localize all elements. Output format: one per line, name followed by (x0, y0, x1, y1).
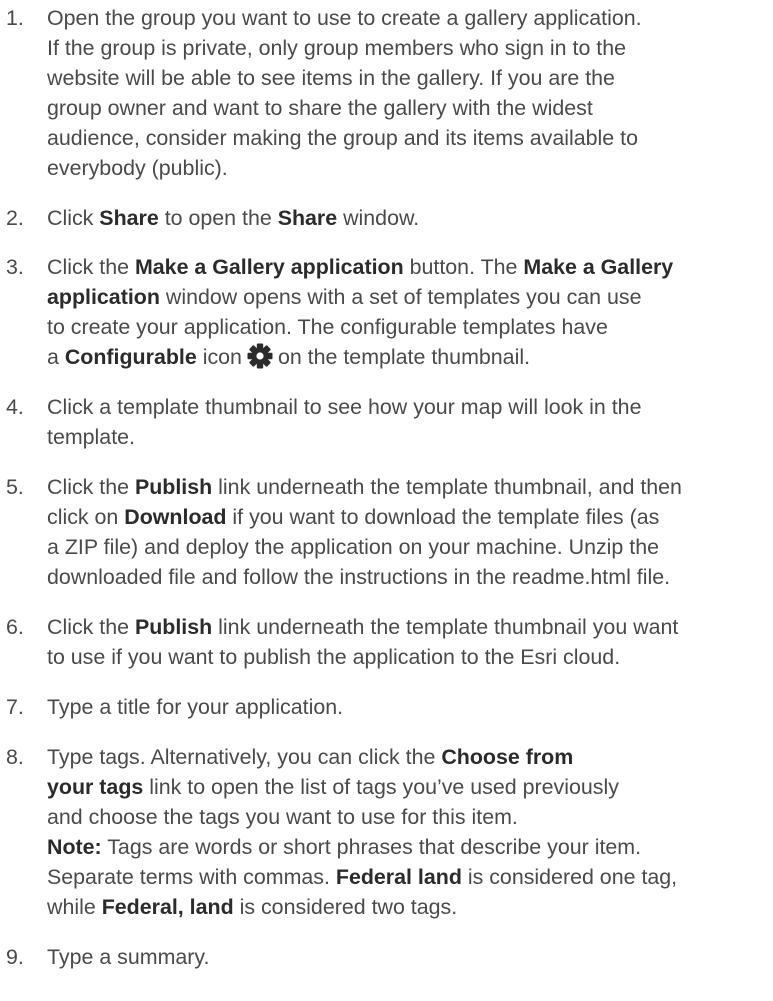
ui-term-choose-from-your-tags: Choose from (441, 745, 574, 769)
step-line: group owner and want to share the galler… (47, 96, 593, 120)
text: Separate terms with commas. (47, 865, 336, 889)
step-number: 8. (6, 745, 24, 769)
ui-term-configurable: Configurable (64, 345, 197, 369)
ui-term-publish: Publish (134, 475, 213, 499)
ui-term-share: Share (99, 206, 159, 230)
text: to open the (158, 206, 278, 230)
instruction-steps: 1. Open the group you want to use to cre… (0, 0, 773, 1001)
step-line: template. (47, 425, 135, 449)
step-number: 4. (6, 395, 24, 419)
text: window opens with a set of templates you… (159, 285, 642, 309)
step-text: Type tags. Alternatively, you can click … (47, 742, 773, 922)
ui-term-share-window: Share (277, 206, 338, 230)
step-number: 2. (6, 206, 24, 230)
ui-term-application: application (47, 285, 160, 309)
text: is considered one tag, (461, 865, 678, 889)
step-number: 6. (6, 615, 24, 639)
text: link to open the list of tags you’ve use… (143, 775, 619, 799)
text: icon (196, 345, 242, 369)
text: link underneath the template thumbnail, … (212, 475, 682, 499)
ui-term-download: Download (124, 505, 227, 529)
ui-term-make-gallery-window: Make a Gallery (523, 255, 674, 279)
text: on the template thumbnail. (277, 345, 531, 369)
text: is considered two tags. (233, 895, 458, 919)
step-text: Click the Make a Gallery application but… (47, 252, 773, 372)
step-number: 3. (6, 255, 24, 279)
step-line: Type a summary. (47, 945, 210, 969)
gear-icon (244, 343, 276, 369)
step-line: Click the Publish link underneath the te… (47, 612, 773, 642)
text: Click the (47, 475, 135, 499)
step-line: everybody (public). (47, 156, 228, 180)
step-number: 5. (6, 475, 24, 499)
text: Tags are words or short phrases that des… (101, 835, 642, 859)
step-number: 1. (6, 6, 24, 30)
step-line: and choose the tags you want to use for … (47, 805, 518, 829)
text: a (47, 345, 65, 369)
step-line: a Configurable icon on the template thumb… (47, 342, 773, 372)
step-text: Type a title for your application. (47, 692, 773, 722)
step-line: your tags link to open the list of tags … (47, 772, 773, 802)
step-line: to create your application. The configur… (47, 315, 608, 339)
step-line: Separate terms with commas. Federal land… (47, 862, 773, 892)
step-line: audience, consider making the group and … (47, 126, 638, 150)
step-line: application window opens with a set of t… (47, 282, 773, 312)
step-line: Click the Make a Gallery application but… (47, 252, 773, 282)
ui-term-publish: Publish (134, 615, 213, 639)
text: button. The (403, 255, 524, 279)
text: Click the (47, 615, 135, 639)
note-label: Note: (47, 835, 102, 859)
step-line: Note: Tags are words or short phrases th… (47, 832, 773, 862)
text: while (47, 895, 102, 919)
step-line: a ZIP file) and deploy the application o… (47, 535, 659, 559)
step-line: website will be able to see items in the… (47, 66, 615, 90)
text: click on (47, 505, 125, 529)
example-term: Federal, land (101, 895, 234, 919)
step-text: Open the group you want to use to create… (47, 3, 773, 183)
ui-term-make-gallery-button: Make a Gallery application (134, 255, 404, 279)
step-line: Type a title for your application. (47, 695, 344, 719)
text: if you want to download the template fil… (226, 505, 660, 529)
step-line: Click Share to open the Share window. (47, 203, 773, 233)
step-text: Click a template thumbnail to see how yo… (47, 392, 773, 452)
step-line: click on Download if you want to downloa… (47, 502, 773, 532)
step-line: Click a template thumbnail to see how yo… (47, 395, 642, 419)
step-line: downloaded file and follow the instructi… (47, 565, 671, 589)
text: window. (337, 206, 420, 230)
step-number: 9. (6, 945, 24, 969)
text: Click the (47, 255, 135, 279)
text: link underneath the template thumbnail y… (212, 615, 679, 639)
step-text: Click Share to open the Share window. (47, 203, 773, 233)
step-number: 7. (6, 695, 24, 719)
step-line: while Federal, land is considered two ta… (47, 892, 773, 922)
step-text: Click the Publish link underneath the te… (47, 612, 773, 672)
step-line: Click the Publish link underneath the te… (47, 472, 773, 502)
step-line: If the group is private, only group memb… (47, 36, 627, 60)
text: Type tags. Alternatively, you can click … (47, 745, 442, 769)
step-line: Type tags. Alternatively, you can click … (47, 742, 773, 772)
ui-term-your-tags: your tags (47, 775, 144, 799)
step-text: Type a summary. (47, 942, 773, 972)
example-term: Federal land (335, 865, 462, 889)
step-text: Click the Publish link underneath the te… (47, 472, 773, 592)
text: Click (47, 206, 100, 230)
step-line: to use if you want to publish the applic… (47, 645, 621, 669)
step-line: Open the group you want to use to create… (47, 6, 642, 30)
